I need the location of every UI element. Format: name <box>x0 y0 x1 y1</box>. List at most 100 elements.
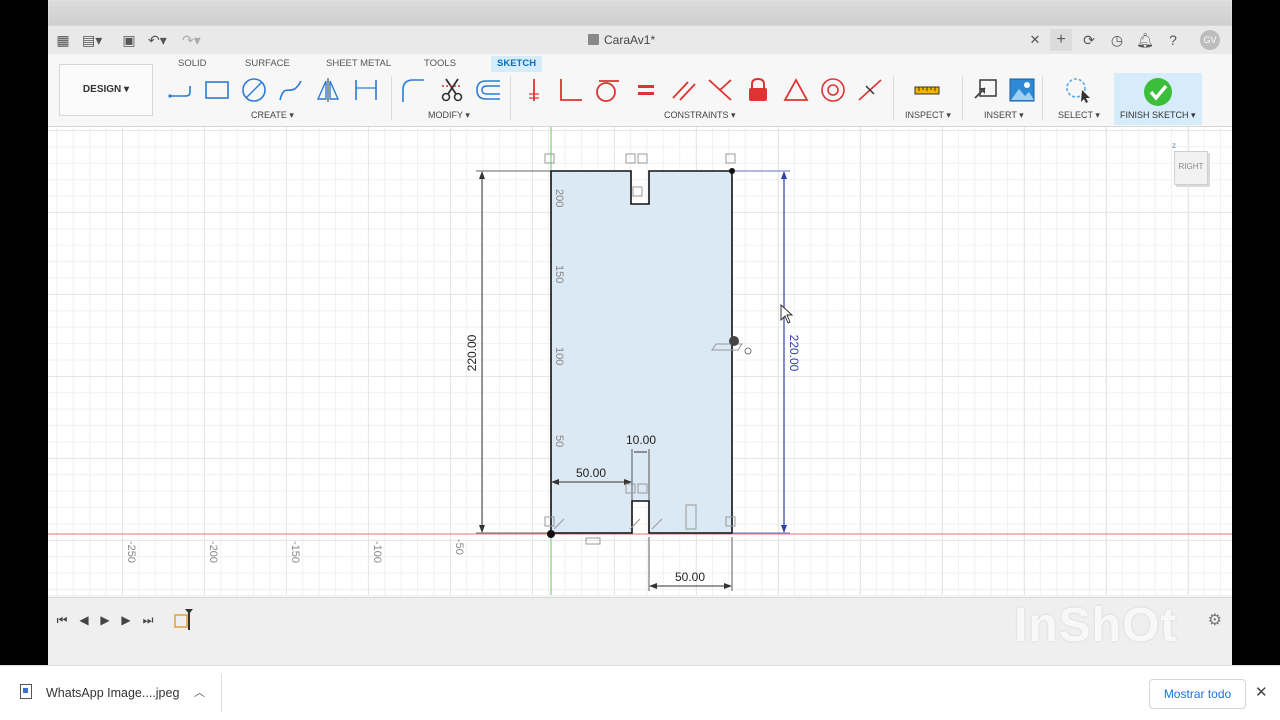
downloads-bar: WhatsApp Image....jpeg ︿ Mostrar todo ✕ <box>0 665 1280 720</box>
chevron-up-icon[interactable]: ︿ <box>194 666 205 720</box>
timeline-bar: ⏮ ◀ ▶ ▶ ⏭ InShOt ⚙ <box>48 597 1232 665</box>
image-icon <box>1009 78 1035 102</box>
dimension-right-height[interactable]: 220.00 <box>787 335 801 372</box>
sketch-feature-icon <box>174 609 193 630</box>
scissors-icon <box>441 78 463 102</box>
extensions-icon[interactable]: ⟳ <box>1080 31 1098 49</box>
dimension-bottom-width[interactable]: 50.00 <box>675 570 705 584</box>
spline-tool[interactable] <box>277 76 305 104</box>
tab-sketch[interactable]: SKETCH <box>491 56 543 72</box>
arrowhead <box>781 171 787 179</box>
show-all-button[interactable]: Mostrar todo <box>1149 679 1246 709</box>
tab-solid[interactable]: SOLID <box>172 56 213 72</box>
constraints-group-label[interactable]: CONSTRAINTS ▾ <box>664 110 736 121</box>
timeline-sketch-feature[interactable] <box>174 608 194 632</box>
job-status-icon[interactable]: ◷ <box>1108 31 1126 49</box>
new-tab-icon[interactable]: + <box>1050 29 1072 51</box>
measure-tool[interactable] <box>913 76 941 104</box>
equal-icon <box>638 85 654 95</box>
select-tool[interactable] <box>1064 76 1092 104</box>
offset-tool[interactable] <box>474 76 502 104</box>
sketch-point[interactable] <box>729 168 735 174</box>
collinear-constraint[interactable] <box>706 76 734 104</box>
rectangle-tool[interactable] <box>203 76 231 104</box>
insert-group-label[interactable]: INSERT ▾ <box>984 110 1024 121</box>
trim-tool[interactable] <box>438 76 466 104</box>
modify-group-label[interactable]: MODIFY ▾ <box>428 110 470 121</box>
insert-derive-icon <box>974 79 997 99</box>
y-tick-label: 100 <box>553 347 565 365</box>
notifications-icon[interactable]: 🔔︎ <box>1136 31 1154 49</box>
collinear-icon <box>708 79 732 101</box>
undo-icon[interactable]: ↶▾ <box>148 31 167 49</box>
fix-constraint[interactable] <box>744 76 772 104</box>
download-file-name: WhatsApp Image....jpeg <box>46 686 180 700</box>
equal-constraint[interactable] <box>632 76 660 104</box>
file-menu-icon[interactable]: ▤▾ <box>82 31 102 49</box>
apps-grid-icon[interactable]: ▦ <box>54 31 72 49</box>
viewcube[interactable]: RIGHT z <box>1170 141 1208 189</box>
fusion-window: ▦ ▤▾ ▣ ↶▾ ↷▾ CaraAv1* ✕ + ⟳ ◷ 🔔︎ ? GV DE… <box>48 0 1232 665</box>
dimension-tool[interactable] <box>352 76 380 104</box>
circle-icon <box>242 78 266 102</box>
sketch-point[interactable] <box>744 347 752 355</box>
toolbar-ribbon: DESIGN ▾ SOLID SURFACE SHEET METAL TOOLS… <box>48 54 1232 127</box>
step-forward-icon[interactable]: ▶ <box>118 612 134 628</box>
arrowhead <box>781 525 787 533</box>
origin-point[interactable] <box>547 530 555 538</box>
document-tab[interactable]: CaraAv1* <box>588 26 655 54</box>
sketch-dimension-icon <box>355 80 377 100</box>
help-icon[interactable]: ? <box>1164 31 1182 49</box>
workspace-switcher[interactable]: DESIGN ▾ <box>59 64 153 116</box>
y-tick-label: 150 <box>553 265 565 283</box>
sketch-drawing[interactable]: 200 150 100 50 -250 -200 -150 -100 -50 2… <box>48 127 1232 595</box>
tab-tools[interactable]: TOOLS <box>418 56 462 72</box>
tangent-icon <box>596 80 619 102</box>
horizontal-vertical-icon <box>529 79 539 101</box>
dimension-slot-width[interactable]: 10.00 <box>626 433 656 447</box>
dimension-left-height[interactable]: 220.00 <box>465 334 479 371</box>
select-icon <box>1066 78 1090 103</box>
close-tab-icon[interactable]: ✕ <box>1026 31 1044 49</box>
horizontal-vertical-constraint[interactable] <box>520 76 548 104</box>
insert-canvas-tool[interactable] <box>1008 76 1036 104</box>
save-icon[interactable]: ▣ <box>120 31 138 49</box>
download-item[interactable]: WhatsApp Image....jpeg <box>20 666 179 720</box>
parallel-constraint[interactable] <box>670 76 698 104</box>
inspect-group-label[interactable]: INSPECT ▾ <box>905 110 951 121</box>
finish-sketch-button[interactable]: FINISH SKETCH ▾ <box>1114 73 1202 125</box>
ribbon-divider <box>391 76 392 120</box>
coincident-constraint[interactable] <box>556 76 584 104</box>
circle-tool[interactable] <box>240 76 268 104</box>
checkmark-icon <box>1144 78 1172 106</box>
insert-derive-tool[interactable] <box>972 76 1000 104</box>
tab-sheet-metal[interactable]: SHEET METAL <box>320 56 397 72</box>
gear-icon[interactable]: ⚙ <box>1208 610 1222 630</box>
step-back-icon[interactable]: ◀ <box>76 612 92 628</box>
redo-icon[interactable]: ↷▾ <box>182 31 201 49</box>
image-file-icon <box>20 684 32 699</box>
symmetry-constraint[interactable] <box>782 76 810 104</box>
ribbon-divider <box>962 76 963 120</box>
sketch-point[interactable] <box>729 336 739 346</box>
tab-surface[interactable]: SURFACE <box>239 56 296 72</box>
measure-icon <box>914 86 940 95</box>
close-icon[interactable]: ✕ <box>1255 666 1268 720</box>
select-group-label[interactable]: SELECT ▾ <box>1058 110 1100 121</box>
perpendicular-icon <box>560 79 582 101</box>
go-to-start-icon[interactable]: ⏮ <box>54 612 70 628</box>
create-group-label[interactable]: CREATE ▾ <box>251 110 294 121</box>
tangent-constraint[interactable] <box>593 76 621 104</box>
line-tool[interactable] <box>166 76 194 104</box>
play-icon[interactable]: ▶ <box>97 612 113 628</box>
ribbon-divider <box>1042 76 1043 120</box>
avatar[interactable]: GV <box>1200 30 1220 50</box>
go-to-end-icon[interactable]: ⏭ <box>140 612 156 628</box>
concentric-constraint[interactable] <box>819 76 847 104</box>
dimension-left-offset[interactable]: 50.00 <box>576 466 606 480</box>
fillet-tool[interactable] <box>398 76 426 104</box>
document-title: CaraAv1* <box>604 33 656 47</box>
midpoint-constraint[interactable] <box>856 76 884 104</box>
sketch-canvas[interactable]: 200 150 100 50 -250 -200 -150 -100 -50 2… <box>48 127 1232 595</box>
mirror-tool[interactable] <box>314 76 342 104</box>
